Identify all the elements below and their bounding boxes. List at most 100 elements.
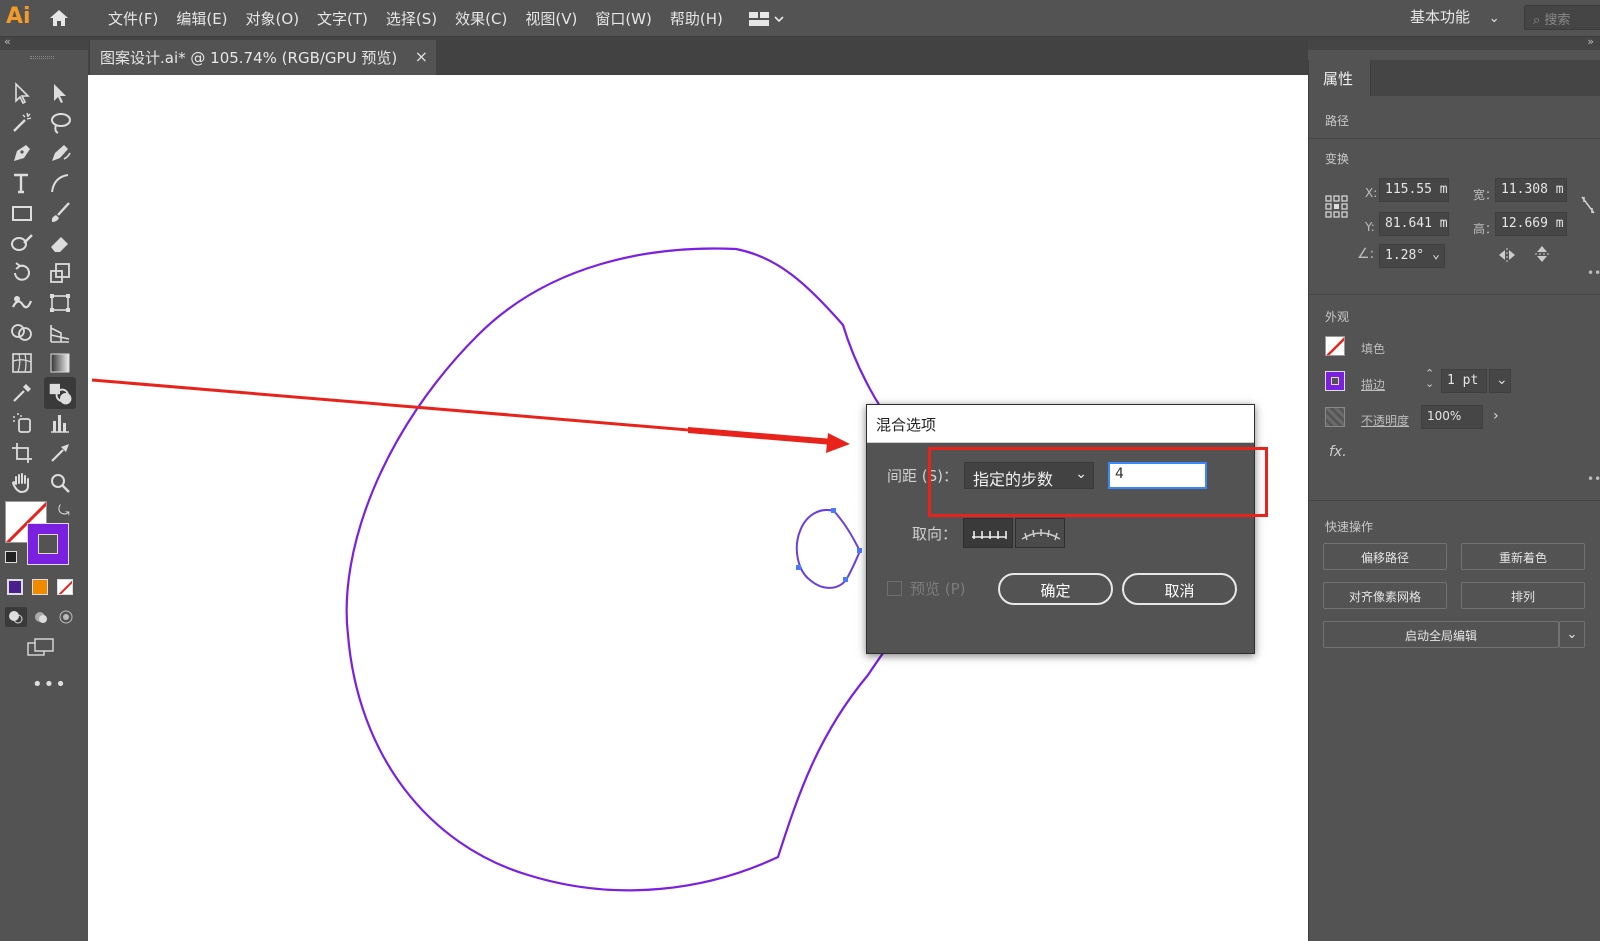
flip-vertical-icon[interactable]: [1533, 244, 1551, 268]
stroke-swatch[interactable]: [27, 523, 69, 565]
ok-button[interactable]: 确定: [998, 573, 1113, 605]
none-mode-icon[interactable]: [57, 579, 73, 595]
align-to-page-button[interactable]: [963, 518, 1014, 548]
arrange-documents-icon[interactable]: [747, 10, 785, 28]
rotate-tool-icon[interactable]: [8, 259, 36, 287]
draw-normal-icon[interactable]: [5, 607, 27, 627]
magic-wand-tool-icon[interactable]: [8, 109, 36, 137]
stroke-label[interactable]: 描边: [1361, 376, 1385, 393]
symbol-sprayer-tool-icon[interactable]: [8, 409, 36, 437]
illustrator-window: Ai 文件(F) 编辑(E) 对象(O) 文字(T) 选择(S) 效果(C) 视…: [0, 0, 1600, 941]
collapse-right-icon[interactable]: »: [1587, 35, 1594, 48]
properties-panel: 属性 路径 变换 X: 115.55 m Y: 81.641 m 宽： 11.3…: [1308, 60, 1600, 941]
stroke-stepper-icon[interactable]: ⌃ ⌄: [1425, 368, 1434, 389]
preview-checkbox[interactable]: [887, 581, 902, 596]
flip-horizontal-icon[interactable]: [1497, 246, 1517, 268]
opacity-icon: [1325, 407, 1345, 427]
home-icon[interactable]: [48, 7, 70, 29]
offset-path-button[interactable]: 偏移路径: [1323, 543, 1447, 570]
warp-tool-icon[interactable]: [8, 289, 36, 317]
pen-tool-icon[interactable]: [8, 139, 36, 167]
fx-icon[interactable]: fx.: [1329, 444, 1347, 460]
default-fill-stroke-icon[interactable]: [5, 551, 17, 563]
menu-file[interactable]: 文件(F): [108, 8, 158, 29]
paintbrush-tool-icon[interactable]: [46, 199, 74, 227]
perspective-grid-tool-icon[interactable]: [46, 319, 74, 347]
fill-color-swatch[interactable]: [1325, 336, 1345, 356]
screen-mode-icon[interactable]: [26, 637, 56, 659]
close-icon[interactable]: ×: [415, 47, 428, 66]
swap-fill-stroke-icon[interactable]: ⤿: [58, 503, 70, 519]
hand-tool-icon[interactable]: [8, 469, 36, 497]
height-field[interactable]: 12.669 m: [1495, 212, 1567, 236]
document-tab-title: 图案设计.ai* @ 105.74% (RGB/GPU 预览): [100, 49, 398, 67]
artboard-tool-icon[interactable]: [8, 439, 36, 467]
lasso-tool-icon[interactable]: [46, 109, 74, 137]
shaper-tool-icon[interactable]: [8, 229, 36, 257]
free-transform-tool-icon[interactable]: [46, 289, 74, 317]
stroke-color-swatch[interactable]: [1325, 371, 1345, 391]
draw-behind-icon[interactable]: [30, 607, 52, 627]
collapse-left-icon[interactable]: «: [4, 35, 11, 48]
y-field[interactable]: 81.641 m: [1379, 212, 1449, 236]
menu-bar: Ai 文件(F) 编辑(E) 对象(O) 文字(T) 选择(S) 效果(C) 视…: [0, 0, 1600, 36]
tab-properties[interactable]: 属性: [1309, 60, 1371, 96]
arc-tool-icon[interactable]: [46, 169, 74, 197]
rectangle-tool-icon[interactable]: [8, 199, 36, 227]
menu-effect[interactable]: 效果(C): [455, 8, 507, 29]
eyedropper-tool-icon[interactable]: [8, 379, 36, 407]
constrain-proportions-icon[interactable]: [1579, 194, 1597, 220]
x-field[interactable]: 115.55 m: [1379, 178, 1449, 202]
more-options-icon[interactable]: ••: [1587, 266, 1600, 280]
color-mode-icon[interactable]: [7, 579, 23, 595]
reference-point-icon[interactable]: [1325, 195, 1349, 223]
cancel-button[interactable]: 取消: [1122, 573, 1237, 605]
angle-field[interactable]: 1.28° ⌄: [1379, 244, 1445, 268]
gradient-tool-icon[interactable]: [46, 349, 74, 377]
menu-window[interactable]: 窗口(W): [595, 8, 652, 29]
curvature-tool-icon[interactable]: [46, 139, 74, 167]
align-pixel-grid-button[interactable]: 对齐像素网格: [1323, 582, 1447, 609]
scale-tool-icon[interactable]: [46, 259, 74, 287]
global-edit-button[interactable]: 启动全局编辑: [1323, 621, 1559, 648]
menu-help[interactable]: 帮助(H): [670, 8, 723, 29]
column-graph-tool-icon[interactable]: [46, 409, 74, 437]
eraser-tool-icon[interactable]: [46, 229, 74, 257]
more-tools-icon[interactable]: •••: [32, 674, 67, 695]
large-fan-path: [345, 247, 920, 892]
recolor-button[interactable]: 重新着色: [1461, 543, 1585, 570]
toolbar-grip[interactable]: [30, 56, 54, 59]
direct-selection-tool-icon[interactable]: [46, 79, 74, 107]
blend-options-dialog: 混合选项 间距 (S)： 指定的步数 ⌄ 4 取向： 预览 (P) 确定 取消: [866, 404, 1255, 654]
stroke-weight-field[interactable]: 1 pt: [1441, 369, 1487, 393]
width-field[interactable]: 11.308 m: [1495, 178, 1567, 202]
search-input[interactable]: ⌕ 搜索: [1524, 5, 1600, 30]
draw-inside-icon[interactable]: [55, 607, 77, 627]
chevron-down-icon[interactable]: ⌄: [1489, 369, 1511, 393]
selection-tool-icon[interactable]: [8, 79, 36, 107]
arrange-button[interactable]: 排列: [1461, 582, 1585, 609]
menu-select[interactable]: 选择(S): [386, 8, 437, 29]
menu-view[interactable]: 视图(V): [525, 8, 577, 29]
gradient-mode-icon[interactable]: [32, 579, 48, 595]
menu-object[interactable]: 对象(O): [246, 8, 300, 29]
zoom-tool-icon[interactable]: [46, 469, 74, 497]
menu-edit[interactable]: 编辑(E): [176, 8, 227, 29]
blend-tool-icon[interactable]: [44, 377, 76, 409]
chevron-right-icon[interactable]: ›: [1485, 405, 1507, 429]
annotation-highlight-box: [928, 447, 1268, 517]
chevron-down-icon[interactable]: ⌄: [1559, 621, 1585, 648]
more-options-icon[interactable]: ••: [1587, 472, 1600, 486]
main-menu: 文件(F) 编辑(E) 对象(O) 文字(T) 选择(S) 效果(C) 视图(V…: [108, 8, 741, 29]
workspace-switcher[interactable]: 基本功能 ⌄: [1410, 6, 1500, 27]
opacity-field[interactable]: 100%: [1421, 405, 1483, 429]
menu-type[interactable]: 文字(T): [317, 8, 368, 29]
type-tool-icon[interactable]: [8, 169, 36, 197]
document-tab[interactable]: 图案设计.ai* @ 105.74% (RGB/GPU 预览) ×: [90, 40, 436, 75]
height-label: 高：: [1473, 222, 1498, 236]
shape-builder-tool-icon[interactable]: [8, 319, 36, 347]
opacity-label[interactable]: 不透明度: [1361, 412, 1409, 429]
slice-tool-icon[interactable]: [46, 439, 74, 467]
mesh-tool-icon[interactable]: [8, 349, 36, 377]
align-to-path-button[interactable]: [1015, 518, 1066, 548]
